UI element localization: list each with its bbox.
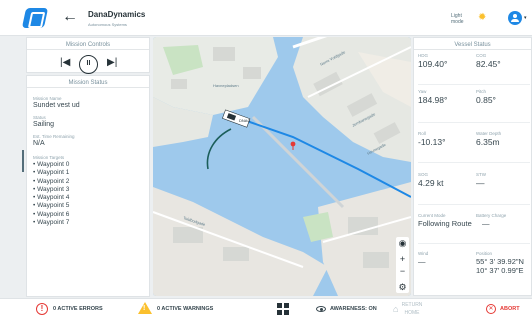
zoom-out-icon[interactable]: − <box>396 265 409 277</box>
map-controls: ◉ + − ⚙ <box>396 237 409 293</box>
app-header: ← DanaDynamics Autonomous Systems Light … <box>0 0 532 36</box>
crosshair-icon[interactable]: ◉ <box>396 237 409 249</box>
mission-controls-panel: Mission Controls |◀ II ▶| <box>26 37 150 74</box>
sog-value: 4.29 kt <box>418 178 444 188</box>
grid-view-icon[interactable] <box>277 303 289 315</box>
vessel-status-title: Vessel Status <box>414 38 531 50</box>
water-depth-value: 6.35m <box>476 137 500 147</box>
wind-label: Wind <box>418 251 429 256</box>
list-item: • Waypoint 5 <box>33 202 70 210</box>
list-item: • Waypoint 3 <box>33 185 70 193</box>
list-item: • Waypoint 0 <box>33 161 70 168</box>
settings-icon[interactable]: ⚙ <box>396 281 409 293</box>
current-mode-value: Following Route <box>418 219 472 228</box>
mission-name-value: Sundet vest ud <box>33 102 80 109</box>
time-remaining-label: Est. Time Remaining <box>33 134 75 139</box>
hdg-value: 109.40° <box>418 59 448 69</box>
active-warnings-button[interactable]: 0 ACTIVE WARNINGS <box>157 299 213 318</box>
pause-icon[interactable]: II <box>79 55 98 74</box>
mission-status-panel: Mission Status Mission Name Sundet vest … <box>26 75 150 297</box>
mission-controls-title: Mission Controls <box>27 38 149 50</box>
abort-icon: ✕ <box>486 304 496 314</box>
app-title: DanaDynamics <box>88 10 146 19</box>
chevron-down-icon[interactable]: ▾ <box>524 15 527 21</box>
list-item: • Waypoint 1 <box>33 169 70 177</box>
battery-charge-label: Battery Charge <box>476 213 507 218</box>
wind-value: — <box>418 257 426 266</box>
time-remaining-value: N/A <box>33 140 45 147</box>
skip-previous-icon[interactable]: |◀ <box>60 57 70 69</box>
street-label: Havnepladsen <box>213 83 239 88</box>
water-depth-label: Water Depth <box>476 131 502 136</box>
abort-button[interactable]: ABORT <box>500 299 520 318</box>
status-bar: ! 0 ACTIVE ERRORS ! 0 ACTIVE WARNINGS AW… <box>0 298 532 318</box>
zoom-in-icon[interactable]: + <box>396 253 409 265</box>
list-item: • Waypoint 4 <box>33 194 70 202</box>
mission-name-label: Mission Name <box>33 96 62 101</box>
roll-value: -10.13° <box>418 137 446 147</box>
awareness-toggle[interactable]: AWARENESS: ON <box>330 299 377 318</box>
mission-targets-label: Mission Targets <box>33 155 65 160</box>
sog-label: SOG <box>418 172 429 177</box>
stw-value: — <box>476 178 485 188</box>
back-arrow-icon[interactable]: ← <box>62 8 78 26</box>
active-errors-button[interactable]: 0 ACTIVE ERRORS <box>53 299 103 318</box>
return-home-button[interactable]: RETURN HOME <box>400 301 424 317</box>
waypoint-list: • Waypoint 0 • Waypoint 1 • Waypoint 2 •… <box>33 161 69 227</box>
warning-icon: ! <box>138 302 152 314</box>
drawer-handle[interactable] <box>22 150 24 172</box>
eye-icon <box>316 306 326 312</box>
vessel-label: DNAC <box>239 118 250 123</box>
list-item: • Waypoint 2 <box>33 177 70 185</box>
map-canvas[interactable]: DNAC Norre Voldgade Jernbanegade Havnepl… <box>153 37 411 296</box>
roll-label: Roll <box>418 131 426 136</box>
map-view[interactable]: DNAC Norre Voldgade Jernbanegade Havnepl… <box>153 37 411 296</box>
position-longitude: 10° 37' 0.99"E <box>476 266 524 275</box>
pitch-label: Pitch <box>476 89 487 94</box>
current-mode-label: Current Mode <box>418 213 446 218</box>
position-latitude: 55° 3' 39.92"N <box>476 257 524 266</box>
hdg-label: HDG <box>418 53 428 58</box>
home-icon: ⌂ <box>393 304 399 314</box>
position-label: Position <box>476 251 493 256</box>
pitch-value: 0.85° <box>476 95 496 105</box>
status-label: Status <box>33 115 46 120</box>
app-subtitle: Autonomous Systems <box>88 22 127 27</box>
cog-label: COG <box>476 53 487 58</box>
cog-value: 82.45° <box>476 59 501 69</box>
mission-status-title: Mission Status <box>27 76 149 88</box>
yaw-value: 184.98° <box>418 95 448 105</box>
theme-toggle-label[interactable]: Light mode <box>451 13 471 25</box>
battery-charge-value: — <box>482 219 490 228</box>
yaw-label: Yaw <box>418 89 427 94</box>
list-item: • Waypoint 6 <box>33 210 70 218</box>
vessel-status-panel: Vessel Status HDG 109.40° COG 82.45° Yaw… <box>413 37 532 296</box>
error-icon: ! <box>36 303 48 315</box>
account-icon[interactable] <box>508 11 522 25</box>
stw-label: STW <box>476 172 486 177</box>
status-value: Sailing <box>33 121 55 128</box>
logo-icon <box>21 8 49 28</box>
sun-icon[interactable]: ✹ <box>478 13 486 23</box>
skip-next-icon[interactable]: ▶| <box>107 57 117 69</box>
list-item: • Waypoint 7 <box>33 219 70 227</box>
